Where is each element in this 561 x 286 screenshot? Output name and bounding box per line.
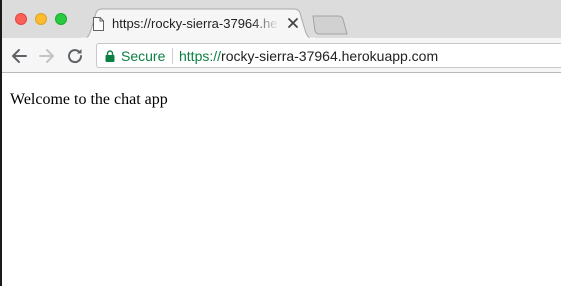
back-arrow-icon[interactable] xyxy=(10,47,28,65)
window-close-button[interactable] xyxy=(15,13,27,25)
window-zoom-button[interactable] xyxy=(55,13,67,25)
reload-icon[interactable] xyxy=(66,47,84,65)
tab-title-fade xyxy=(252,16,284,32)
forward-arrow-icon[interactable] xyxy=(38,47,56,65)
page-content: Welcome to the chat app xyxy=(2,74,561,286)
welcome-text: Welcome to the chat app xyxy=(10,91,168,108)
window-minimize-button[interactable] xyxy=(35,13,47,25)
window-left-edge xyxy=(0,0,2,286)
lock-icon xyxy=(105,50,115,62)
tab-active[interactable]: https://rocky-sierra-37964.herokuapp.com xyxy=(80,8,316,39)
address-separator xyxy=(172,48,173,64)
browser-toolbar: Secure https://rocky-sierra-37964.heroku… xyxy=(0,38,561,73)
url-scheme: https:// xyxy=(179,48,222,64)
address-bar[interactable]: Secure https://rocky-sierra-37964.heroku… xyxy=(96,43,561,68)
url-text[interactable]: https://rocky-sierra-37964.herokuapp.com xyxy=(179,48,438,64)
new-tab-button[interactable] xyxy=(311,15,349,35)
document-icon xyxy=(93,17,104,31)
url-host: rocky-sierra-37964.herokuapp.com xyxy=(221,48,439,64)
secure-label: Secure xyxy=(121,48,166,64)
tab-strip: https://rocky-sierra-37964.herokuapp.com xyxy=(0,0,561,39)
tab-close-icon[interactable] xyxy=(287,17,299,29)
